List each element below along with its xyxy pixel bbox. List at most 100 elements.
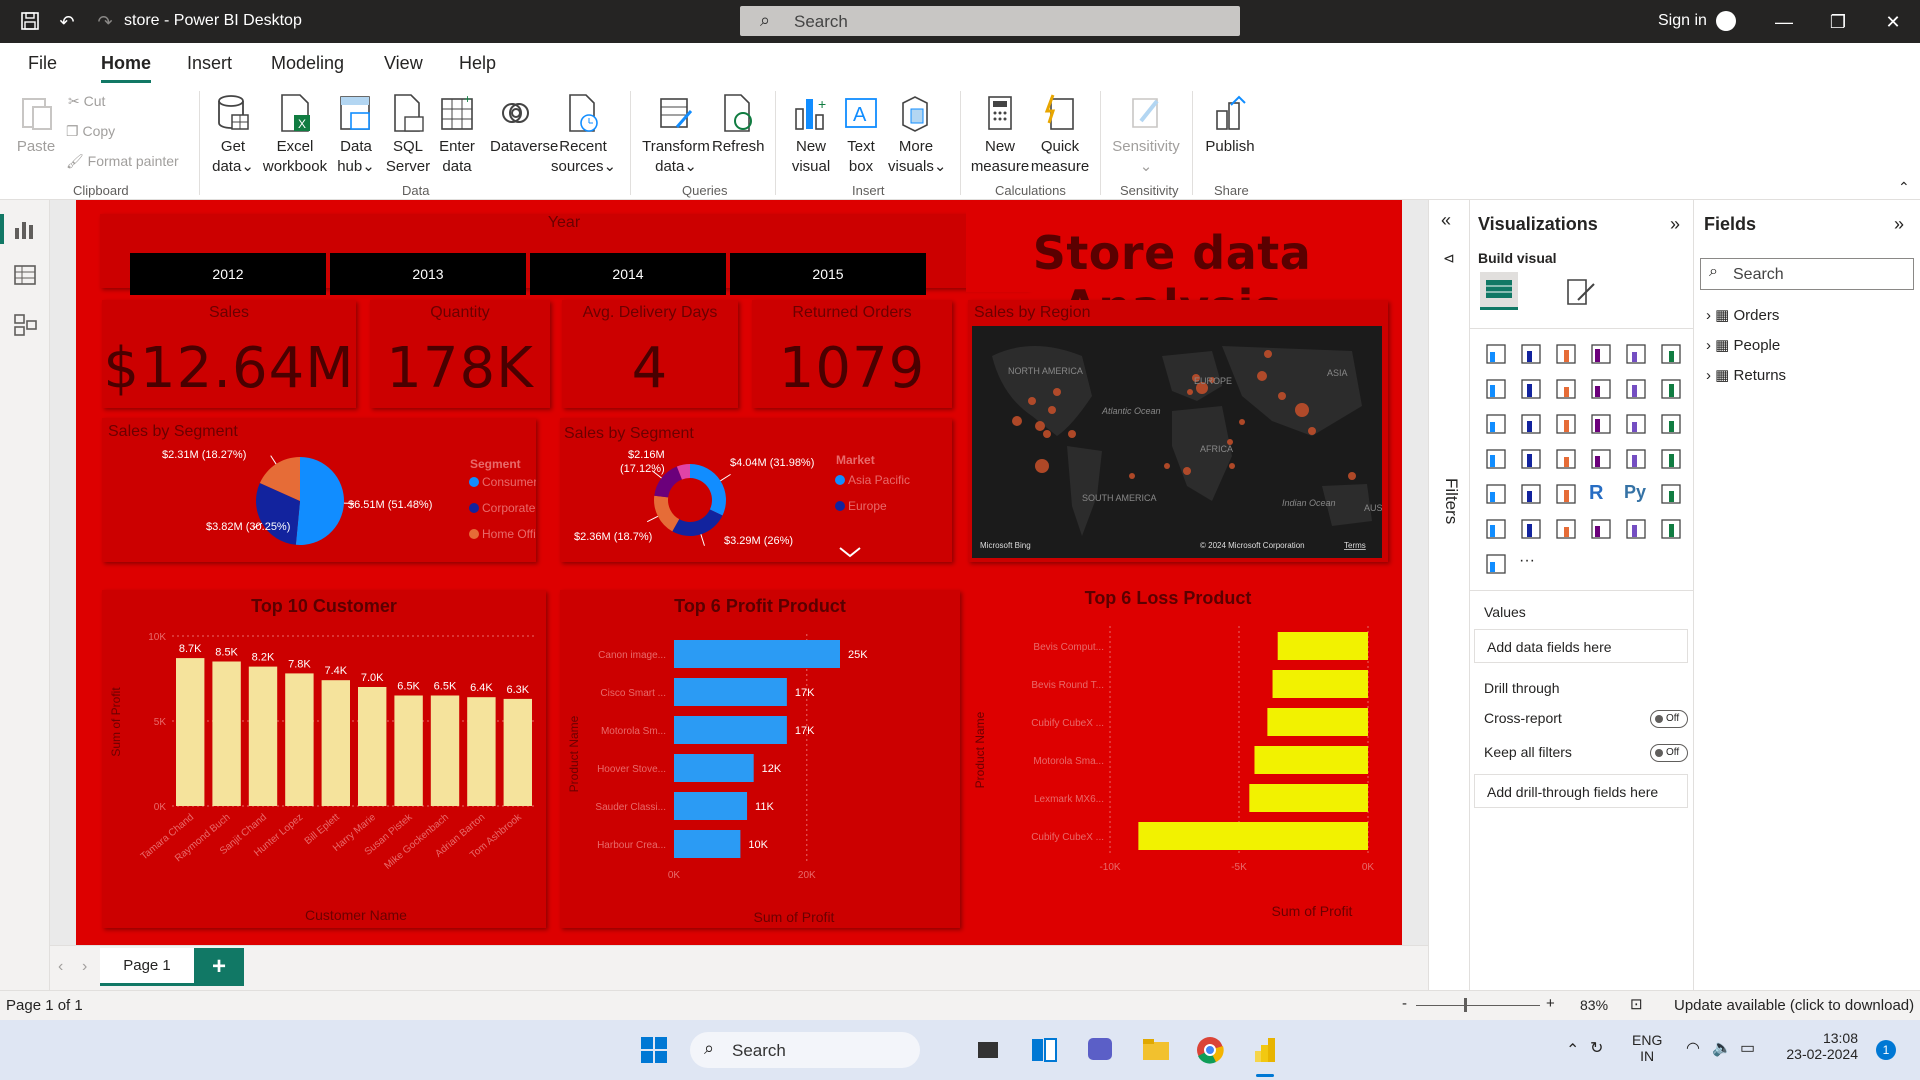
add-page-button[interactable]: + xyxy=(194,948,244,986)
chrome-icon[interactable] xyxy=(1194,1034,1226,1066)
get-data-button[interactable]: Get data⌄ xyxy=(208,93,258,177)
taskbar-search[interactable]: ⌕ Search xyxy=(690,1032,920,1068)
treemap-icon[interactable] xyxy=(1659,412,1683,436)
zoom-in-button[interactable]: + xyxy=(1546,995,1555,1012)
100-bar-icon[interactable] xyxy=(1624,342,1648,366)
keep-filters-toggle[interactable]: Off xyxy=(1650,744,1688,762)
scatter-icon[interactable] xyxy=(1554,412,1578,436)
cross-report-toggle[interactable]: Off xyxy=(1650,710,1688,728)
collapse-viz-icon[interactable]: » xyxy=(1670,214,1680,235)
filled-map-icon[interactable] xyxy=(1519,447,1543,471)
sign-in-link[interactable]: Sign in xyxy=(1658,12,1707,30)
segment-pie-chart[interactable]: Sales by Segment $6.51M (51.48%) $3.82M (3… xyxy=(102,418,536,562)
chevron-up-icon[interactable]: ⌃ xyxy=(1566,1040,1579,1060)
matrix-icon[interactable] xyxy=(1554,482,1578,506)
year-2013-button[interactable]: 2013 xyxy=(330,253,526,295)
pie-icon[interactable] xyxy=(1589,412,1613,436)
battery-icon[interactable]: ▭ xyxy=(1740,1038,1755,1058)
zoom-slider[interactable] xyxy=(1416,1005,1540,1006)
recent-sources-button[interactable]: Recent sources⌄ xyxy=(551,93,616,177)
close-button[interactable]: ✕ xyxy=(1878,8,1908,36)
collapse-ribbon-icon[interactable]: ⌃ xyxy=(1898,179,1910,196)
chevron-down-icon[interactable] xyxy=(839,547,861,558)
power-apps-icon[interactable] xyxy=(1659,517,1683,541)
100-column-icon[interactable] xyxy=(1659,342,1683,366)
year-2014-button[interactable]: 2014 xyxy=(530,253,726,295)
format-painter-button[interactable]: 🖌 Format painter xyxy=(66,153,179,170)
waterfall-icon[interactable] xyxy=(1484,412,1508,436)
stacked-column-icon[interactable] xyxy=(1519,342,1543,366)
tab-file[interactable]: File xyxy=(28,53,57,74)
search-input[interactable]: ⌕ Search xyxy=(740,6,1240,36)
expand-filters-icon[interactable]: « xyxy=(1441,210,1451,231)
transform-data-button[interactable]: Transform data⌄ xyxy=(642,93,710,177)
power-automate-icon[interactable] xyxy=(1484,552,1508,576)
area-icon[interactable] xyxy=(1519,377,1543,401)
model-view-icon[interactable] xyxy=(12,312,38,338)
fit-page-icon[interactable]: ⊡ xyxy=(1630,995,1643,1013)
slicer-icon[interactable] xyxy=(1484,482,1508,506)
enter-data-button[interactable]: + Enter data xyxy=(434,93,480,177)
paste-button[interactable]: Paste xyxy=(14,93,58,157)
file-explorer-icon[interactable] xyxy=(1140,1034,1172,1066)
stacked-area-icon[interactable] xyxy=(1554,377,1578,401)
tab-modeling[interactable]: Modeling xyxy=(271,53,344,74)
top-profit-chart[interactable]: Top 6 Profit Product 25K Canon image... 17K… xyxy=(560,590,960,928)
r-script-icon[interactable]: R xyxy=(1589,482,1613,506)
line-icon[interactable] xyxy=(1484,377,1508,401)
minimize-button[interactable]: — xyxy=(1769,8,1799,36)
data-hub-button[interactable]: Data hub⌄ xyxy=(333,93,379,177)
update-available-link[interactable]: Update available (click to download) xyxy=(1674,997,1914,1014)
tab-home[interactable]: Home xyxy=(101,53,152,83)
tab-view[interactable]: View xyxy=(384,53,423,74)
widgets-icon[interactable] xyxy=(1028,1034,1060,1066)
clustered-bar-icon[interactable] xyxy=(1554,342,1578,366)
cut-button[interactable]: ✂ Cut xyxy=(68,93,105,110)
save-icon[interactable] xyxy=(18,10,42,34)
power-bi-icon[interactable] xyxy=(1250,1034,1282,1066)
report-view-icon[interactable] xyxy=(12,216,38,242)
kpi-icon[interactable] xyxy=(1659,447,1683,471)
text-box-button[interactable]: A Text box xyxy=(838,93,884,177)
sql-server-button[interactable]: SQL Server xyxy=(385,93,431,177)
field-table-returns[interactable]: › ▦ Returns xyxy=(1706,366,1786,384)
publish-button[interactable]: Publish xyxy=(1202,93,1258,157)
task-view-icon[interactable] xyxy=(972,1034,1004,1066)
restore-button[interactable]: ❐ xyxy=(1823,8,1853,36)
clustered-column-icon[interactable] xyxy=(1589,342,1613,366)
map-icon[interactable] xyxy=(1484,447,1508,471)
language-indicator[interactable]: ENG IN xyxy=(1632,1032,1662,1064)
paginated-icon[interactable] xyxy=(1624,517,1648,541)
build-visual-tab[interactable] xyxy=(1480,272,1518,310)
volume-icon[interactable]: 🔈 xyxy=(1712,1038,1732,1058)
card-icon[interactable] xyxy=(1589,447,1613,471)
dataverse-button[interactable]: Dataverse xyxy=(490,93,558,157)
sensitivity-button[interactable]: Sensitivity ⌄ xyxy=(1108,93,1184,177)
notification-badge[interactable]: 1 xyxy=(1876,1040,1896,1060)
zoom-slider-thumb[interactable] xyxy=(1464,998,1467,1012)
tab-page-1[interactable]: Page 1 xyxy=(100,948,194,986)
excel-workbook-button[interactable]: X Excel workbook xyxy=(262,93,328,177)
collapse-fields-icon[interactable]: » xyxy=(1894,214,1904,235)
gauge-icon[interactable] xyxy=(1554,447,1578,471)
fields-search-input[interactable]: ⌕ Search xyxy=(1700,258,1914,290)
decomposition-tree-icon[interactable] xyxy=(1484,517,1508,541)
qa-icon[interactable] xyxy=(1519,517,1543,541)
field-table-people[interactable]: › ▦ People xyxy=(1706,336,1780,354)
goals-icon[interactable] xyxy=(1589,517,1613,541)
sync-icon[interactable]: ↻ xyxy=(1590,1038,1603,1058)
format-visual-icon[interactable] xyxy=(1562,274,1598,310)
add-drill-through-well[interactable]: Add drill-through fields here xyxy=(1474,774,1688,808)
refresh-button[interactable]: Refresh xyxy=(712,93,765,157)
new-visual-button[interactable]: + New visual xyxy=(788,93,834,177)
ellipsis-icon[interactable]: ··· xyxy=(1519,552,1543,576)
windows-start-icon[interactable] xyxy=(638,1034,670,1066)
year-2015-button[interactable]: 2015 xyxy=(730,253,926,295)
undo-icon[interactable]: ↶ xyxy=(55,10,79,34)
new-measure-button[interactable]: New measure xyxy=(970,93,1030,177)
teams-chat-icon[interactable] xyxy=(1084,1034,1116,1066)
more-visuals-button[interactable]: More visuals⌄ xyxy=(888,93,946,177)
wifi-icon[interactable]: ◠ xyxy=(1686,1038,1700,1058)
key-influencers-icon[interactable] xyxy=(1659,482,1683,506)
filters-label[interactable]: Filters xyxy=(1441,478,1461,524)
